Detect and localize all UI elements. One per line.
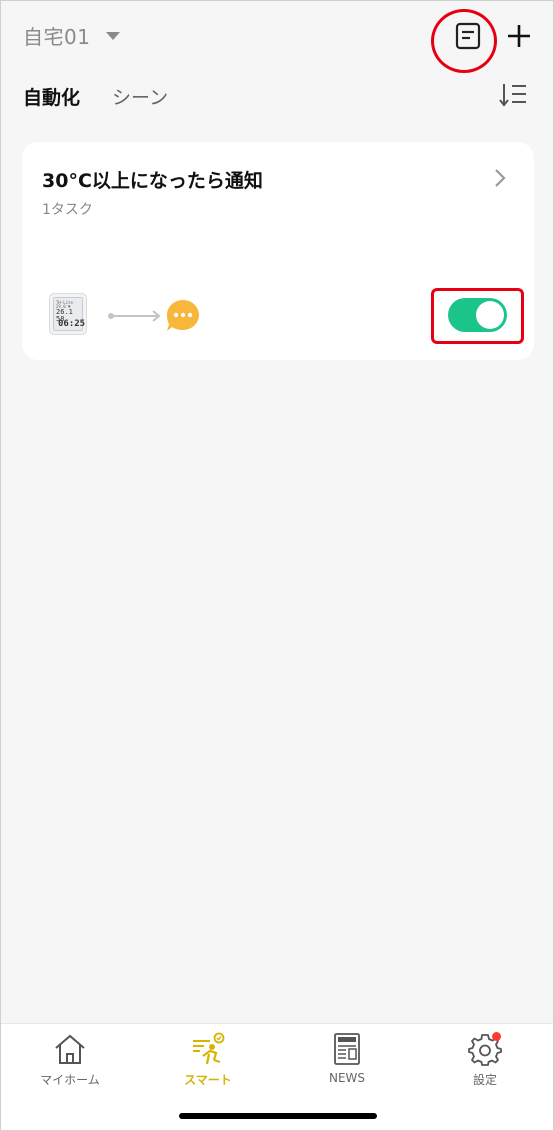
nav-smart[interactable]: スマート (153, 1032, 263, 1092)
device-display-time: 06:25 (58, 319, 86, 329)
smart-scene-icon (193, 1032, 225, 1065)
nav-news-label: NEWS (328, 1071, 366, 1085)
tab-bar: 自動化 シーン (23, 83, 168, 110)
chevron-right-icon (495, 169, 506, 187)
automation-task-count: 1タスク (42, 202, 93, 218)
add-button[interactable] (504, 21, 534, 51)
nav-settings[interactable]: 設定 (430, 1032, 540, 1092)
document-log-icon (455, 22, 481, 50)
device-display: TH-Lite 29.0 ♥ 26.1 58 06:25 (53, 297, 86, 331)
automation-title: 30°C以上になったら通知 (42, 170, 263, 192)
automation-card[interactable]: 30°C以上になったら通知 1タスク TH-Lite 29.0 ♥ 26.1 5… (22, 142, 534, 360)
sort-list-icon (499, 84, 526, 107)
arrow-right-icon (108, 310, 161, 322)
nav-news[interactable]: NEWS (292, 1032, 402, 1092)
sort-button[interactable] (499, 81, 529, 109)
home-indicator (179, 1113, 377, 1119)
log-button[interactable] (453, 21, 483, 51)
notification-badge (492, 1032, 501, 1041)
tab-scene[interactable]: シーン (112, 83, 168, 110)
thermo-hygrometer-icon: TH-Lite 29.0 ♥ 26.1 58 06:25 (49, 293, 87, 335)
nav-my-home-label: マイホーム (40, 1073, 100, 1087)
home-icon (55, 1034, 85, 1064)
settings-icon-wrap (467, 1032, 503, 1066)
automation-toggle[interactable] (448, 298, 507, 332)
toggle-knob (476, 301, 504, 329)
tab-automation[interactable]: 自動化 (23, 83, 80, 110)
home-selector[interactable]: 自宅01 (23, 21, 121, 50)
nav-my-home[interactable]: マイホーム (15, 1032, 125, 1092)
chevron-down-icon (106, 31, 121, 40)
newspaper-icon (334, 1033, 360, 1065)
plus-icon (508, 25, 530, 47)
nav-smart-label: スマート (184, 1073, 232, 1087)
notification-bubble-icon (167, 300, 199, 331)
nav-settings-label: 設定 (472, 1073, 497, 1087)
home-name: 自宅01 (23, 25, 91, 49)
